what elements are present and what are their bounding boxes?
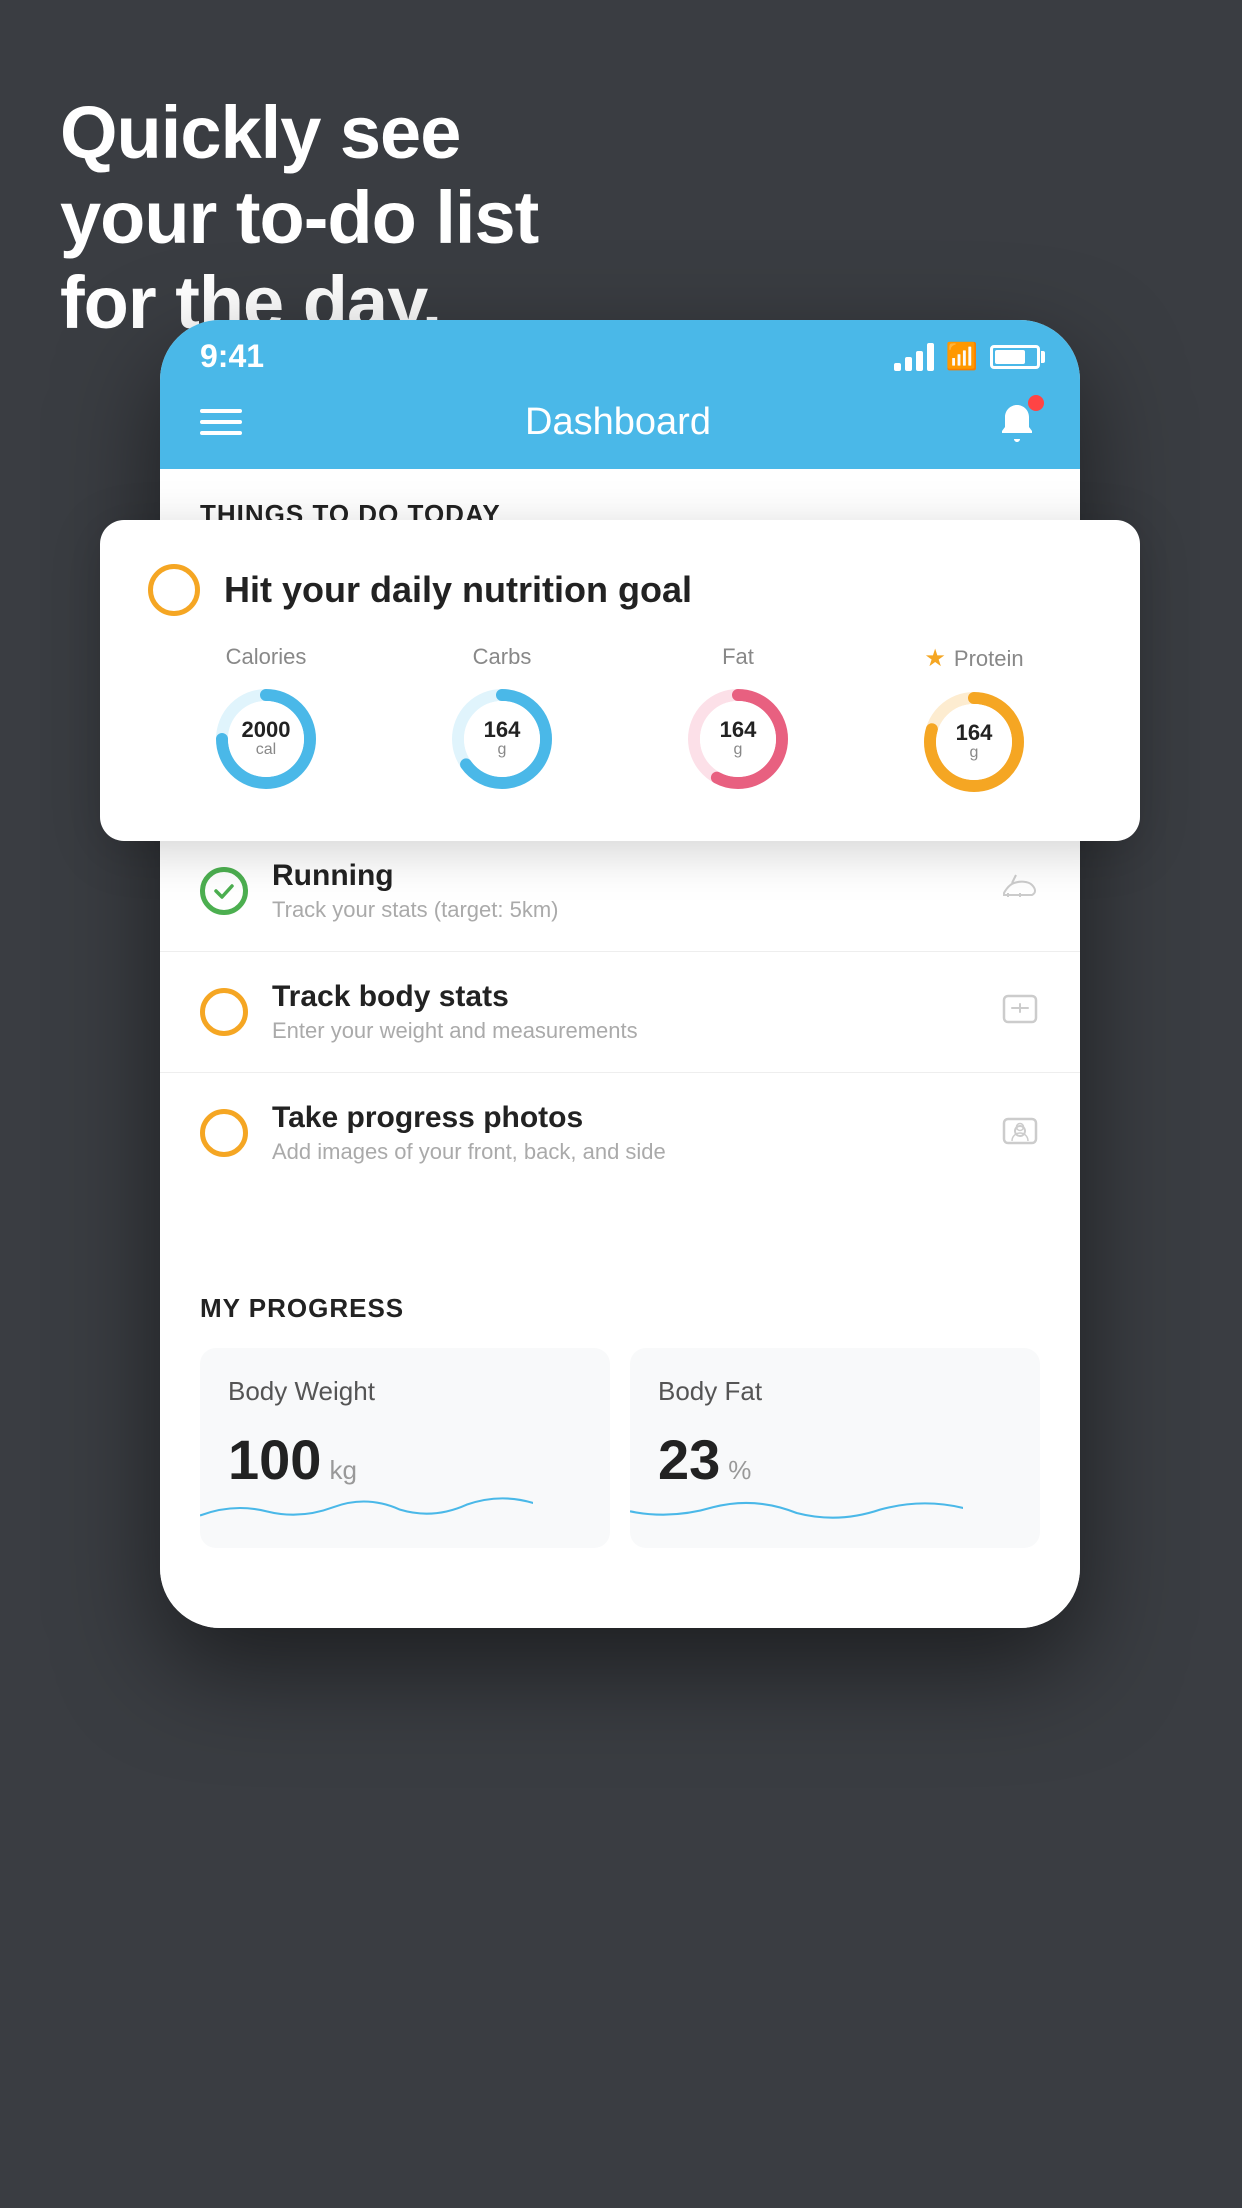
notification-bell-icon[interactable] [994,399,1040,445]
nav-title: Dashboard [525,401,711,444]
todo-circle-body-stats [200,988,248,1036]
signal-icon [894,343,934,371]
nutrition-card-title: Hit your daily nutrition goal [224,569,692,611]
body-fat-chart [630,1478,963,1528]
body-weight-label: Body Weight [228,1376,582,1407]
headline: Quickly see your to-do list for the day. [60,90,538,345]
nutrition-protein: ★ Protein 164 g [919,644,1029,797]
carbs-value: 164 [484,719,521,741]
fat-label: Fat [722,644,754,670]
bottom-pad [160,1568,1080,1628]
todo-circle-photos [200,1109,248,1157]
camera-person-icon [1000,1109,1040,1157]
todo-circle-running [200,867,248,915]
protein-unit: g [970,744,979,762]
body-weight-chart [200,1478,533,1528]
nutrition-check-circle [148,564,200,616]
wifi-icon: 📶 [946,341,978,372]
progress-cards: Body Weight 100 kg Body Fat 23 % [200,1348,1040,1548]
todo-progress-photos-subtitle: Add images of your front, back, and side [272,1139,976,1165]
todo-running-title: Running [272,859,976,893]
carbs-label: Carbs [473,644,532,670]
todo-list: Running Track your stats (target: 5km) T… [160,830,1080,1193]
hamburger-menu[interactable] [200,409,242,435]
running-shoe-icon [1000,871,1040,911]
carbs-unit: g [498,741,507,759]
star-icon: ★ [924,644,946,673]
todo-running[interactable]: Running Track your stats (target: 5km) [160,830,1080,951]
status-bar: 9:41 📶 [160,320,1080,383]
todo-body-stats-title: Track body stats [272,980,976,1014]
body-fat-label: Body Fat [658,1376,1012,1407]
calories-unit: cal [256,741,276,759]
fat-value: 164 [720,719,757,741]
notification-dot [1028,395,1044,411]
protein-label: Protein [954,646,1024,672]
todo-progress-photos[interactable]: Take progress photos Add images of your … [160,1072,1080,1193]
calories-value: 2000 [242,719,291,741]
phone-mockup: 9:41 📶 Dashboard [160,320,1080,1628]
scale-icon [1000,988,1040,1036]
todo-running-subtitle: Track your stats (target: 5km) [272,897,976,923]
status-time: 9:41 [200,338,264,375]
nav-bar: Dashboard [160,383,1080,469]
nutrition-circles: Calories 2000 cal Carbs [148,644,1092,797]
fat-unit: g [734,741,743,759]
todo-progress-photos-title: Take progress photos [272,1101,976,1135]
nutrition-calories: Calories 2000 cal [211,644,321,794]
todo-body-stats[interactable]: Track body stats Enter your weight and m… [160,951,1080,1072]
progress-spacer [160,1193,1080,1253]
nutrition-carbs: Carbs 164 g [447,644,557,794]
nutrition-card: Hit your daily nutrition goal Calories 2… [100,520,1140,841]
status-icons: 📶 [894,341,1040,372]
nutrition-fat: Fat 164 g [683,644,793,794]
calories-label: Calories [226,644,307,670]
protein-value: 164 [956,722,993,744]
todo-body-stats-subtitle: Enter your weight and measurements [272,1018,976,1044]
battery-icon [990,345,1040,369]
progress-section: MY PROGRESS Body Weight 100 kg Body Fat [160,1253,1080,1568]
body-fat-card[interactable]: Body Fat 23 % [630,1348,1040,1548]
progress-header: MY PROGRESS [200,1293,1040,1324]
body-weight-card[interactable]: Body Weight 100 kg [200,1348,610,1548]
